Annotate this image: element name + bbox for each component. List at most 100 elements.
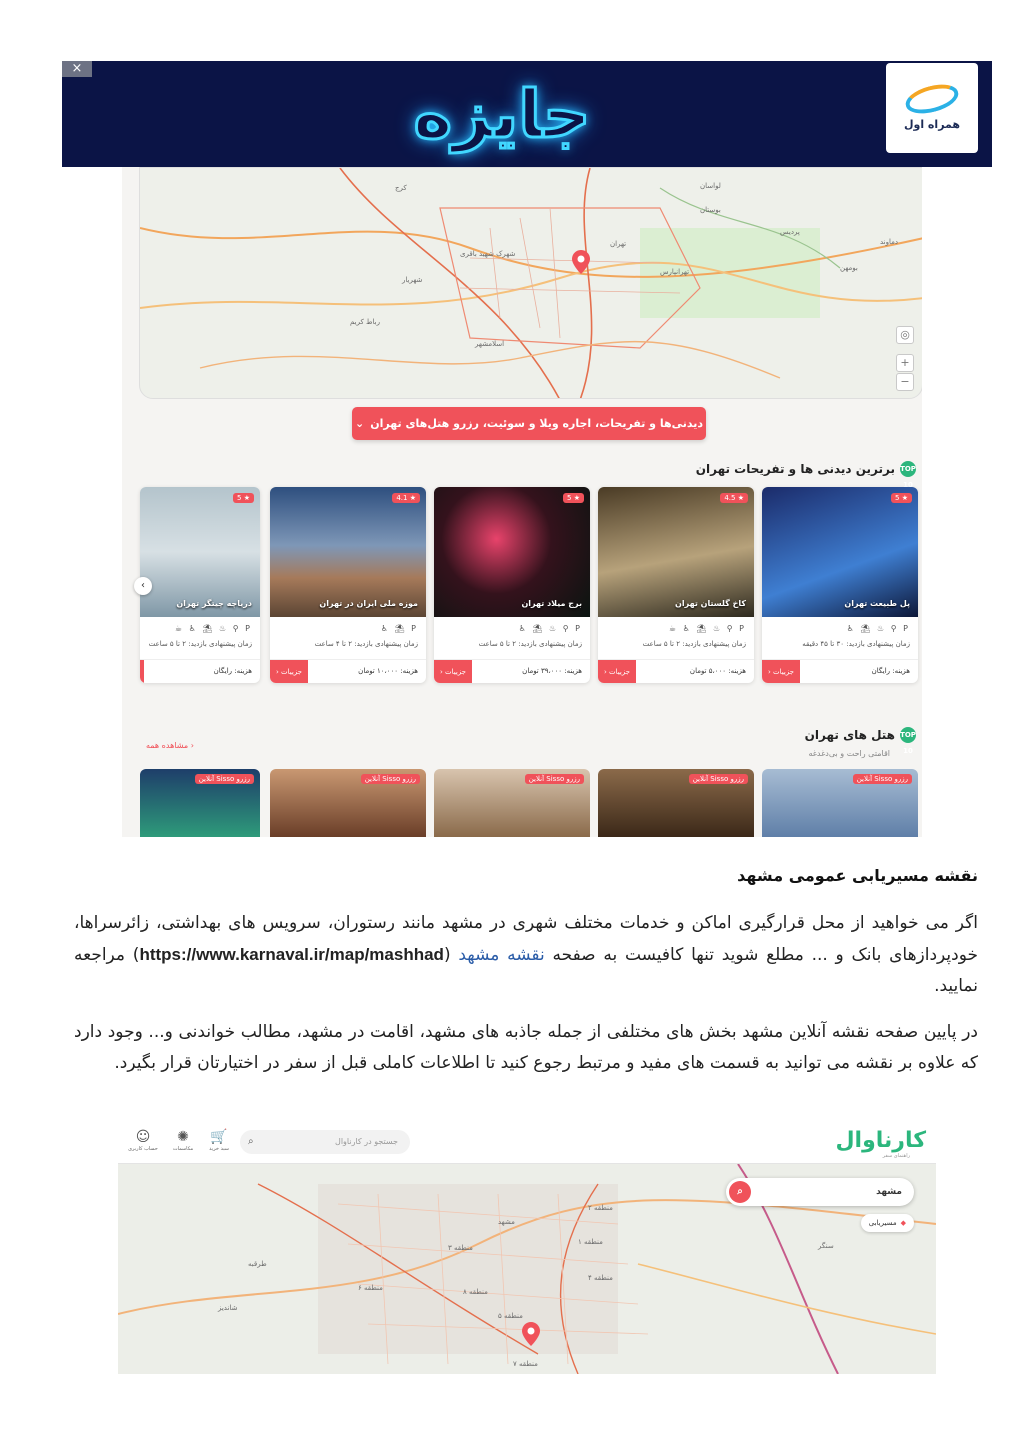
hotel-card[interactable]: رزرو Sisso آنلاین [270, 769, 426, 837]
karnaval-logo-subtitle: راهنمای سفر [882, 1153, 910, 1159]
zoom-in-button[interactable]: + [896, 354, 914, 372]
attraction-card[interactable]: ★ 4.5 کاخ گلستان تهران P ⚲ ♨ ⛱ ♿ ☕ زمان … [598, 487, 754, 683]
tehran-services-button[interactable]: دیدنی‌ها و تفریحات، اجاره ویلا و سوئیت، … [352, 407, 706, 440]
map-label: کرج [395, 184, 407, 192]
attraction-image [598, 487, 754, 617]
facility-icons: P ⚲ ♨ ⛱ ♿ ☕ [174, 624, 252, 633]
details-button[interactable]: جزییات ‹ [762, 660, 801, 683]
online-booking-badge: رزرو Sisso آنلاین [194, 774, 254, 784]
details-button[interactable]: جزییات ‹ [434, 660, 473, 683]
visit-time: زمان پیشنهادی بازدید: ۳۰ تا ۴۵ دقیقه [802, 640, 910, 648]
card-footer: هزینه: رایگان [140, 659, 260, 683]
map-label: اسلامشهر [475, 340, 505, 348]
slider-prev-arrow-icon[interactable]: ‹ [134, 577, 152, 595]
location-pin-icon[interactable] [572, 250, 590, 274]
tehran-page-screenshot: کرج شهریار تهران اسلامشهر رباط کریم لواس… [122, 167, 922, 837]
facility-icons: P ⚲ ♨ ⛱ ♿ ☕ [668, 624, 746, 633]
attraction-image [762, 487, 918, 617]
hotel-card[interactable]: رزرو Sisso آنلاین [762, 769, 918, 837]
attraction-card[interactable]: ★ 5 پل طبیعت تهران P ⚲ ♨ ⛱ ♿ زمان پیشنها… [762, 487, 918, 683]
see-all-hotels-link[interactable]: ‹ مشاهده همه [146, 741, 194, 750]
hotels-title-text: هتل های تهران [804, 728, 895, 742]
map-label: سنگر [818, 1242, 834, 1250]
attraction-name: پل طبیعت تهران [844, 599, 910, 608]
routing-button[interactable]: ◆مسیریابی [860, 1214, 914, 1232]
attraction-image [140, 487, 260, 617]
map-label: منطقه ۸ [463, 1288, 488, 1296]
visit-time: زمان پیشنهادی بازدید: ۲ تا ۵ ساعت [642, 640, 746, 648]
map-label: منطقه ۶ [358, 1284, 383, 1292]
zoom-out-button[interactable]: − [896, 373, 914, 391]
attraction-name: دریاچه چیتگر تهران [176, 599, 252, 608]
badge-icon: ✺ [177, 1129, 189, 1145]
hotels-subtitle: اقامتی راحت و بی‌دغدغه [808, 749, 890, 758]
map-label: منطقه ۲ [588, 1204, 613, 1212]
attractions-title: TOP 10 برترین دیدنی ها و تفریحات تهران [695, 461, 916, 489]
visit-time: زمان پیشنهادی بازدید: ۲ تا ۵ ساعت [478, 640, 582, 648]
mashhad-map-link[interactable]: نقشه مشهد [458, 945, 544, 965]
map-label: طرقبه [248, 1260, 267, 1268]
details-button[interactable]: جزییات ‹ [270, 660, 309, 683]
search-icon: ⌕ [248, 1136, 254, 1147]
messages-label: مکاسمات [172, 1146, 194, 1152]
map-label: دماوند [880, 238, 899, 246]
card-footer: هزینه: رایگان جزییات ‹ [762, 659, 918, 683]
map-label: بوستان [700, 206, 721, 214]
online-booking-badge: رزرو Sisso آنلاین [360, 774, 420, 784]
online-booking-badge: رزرو Sisso آنلاین [688, 774, 748, 784]
hotel-card[interactable]: رزرو Sisso آنلاین [598, 769, 754, 837]
chevron-down-icon: ⌄ [355, 417, 365, 430]
map-label: شهرک شهید باقری [460, 250, 516, 258]
rating-badge: ★ 5 [563, 493, 584, 503]
account-button[interactable]: ☺ حساب کاربری [128, 1128, 158, 1152]
map-search-input[interactable]: مشهد ⌕ [726, 1178, 914, 1206]
attraction-card[interactable]: ★ 5 دریاچه چیتگر تهران P ⚲ ♨ ⛱ ♿ ☕ زمان … [140, 487, 260, 683]
map-label: لواسان [700, 182, 721, 190]
facility-icons: P ⚲ ♨ ⛱ ♿ [518, 624, 582, 633]
tehran-services-label: دیدنی‌ها و تفریحات، اجاره ویلا و سوئیت، … [370, 417, 703, 430]
karnaval-header: کارناوال راهنمای سفر جستجو در کارناوال ⌕… [118, 1122, 936, 1164]
locate-me-icon[interactable]: ◎ [896, 326, 914, 344]
visit-time: زمان پیشنهادی بازدید: ۲ تا ۵ ساعت [148, 640, 252, 648]
details-button[interactable]: جزییات ‹ [598, 660, 637, 683]
tehran-map[interactable]: کرج شهریار تهران اسلامشهر رباط کریم لواس… [139, 167, 922, 399]
online-booking-badge: رزرو Sisso آنلاین [852, 774, 912, 784]
attraction-name: کاخ گلستان تهران [675, 599, 746, 608]
cart-label: سبد خرید [209, 1146, 229, 1152]
map-label: شهریار [402, 276, 423, 284]
location-pin-icon[interactable] [522, 1322, 540, 1346]
attraction-image [434, 487, 590, 617]
top10-icon: TOP 10 [900, 461, 916, 489]
details-button[interactable] [140, 660, 144, 683]
karnaval-logo[interactable]: کارناوال [835, 1128, 926, 1153]
attraction-card[interactable]: ★ 4.1 موزه ملی ایران در تهران P ⛱ ♿ زمان… [270, 487, 426, 683]
tehran-map-roads [140, 168, 922, 398]
karnaval-search-input[interactable]: جستجو در کارناوال ⌕ [240, 1130, 410, 1154]
card-footer: هزینه: ۱۰،۰۰۰ تومان جزییات ‹ [270, 659, 426, 683]
article-paragraph-2: در پایین صفحه نقشه آنلاین مشهد بخش های م… [74, 1022, 978, 1073]
messages-button[interactable]: ✺ مکاسمات [168, 1128, 198, 1152]
attraction-card[interactable]: ★ 5 برج میلاد تهران P ⚲ ♨ ⛱ ♿ زمان پیشنه… [434, 487, 590, 683]
hotel-card[interactable]: رزرو Sisso آنلاین [140, 769, 260, 837]
ad-banner[interactable]: × جایزه همراه اول [62, 61, 992, 167]
map-label: منطقه ۳ [448, 1244, 473, 1252]
mashhad-map-url: https://www.karnaval.ir/map/mashhad [139, 945, 444, 964]
attractions-title-text: برترین دیدنی ها و تفریحات تهران [695, 462, 895, 476]
visit-cost: هزینه: ۱۰،۰۰۰ تومان [358, 667, 418, 675]
user-icon: ☺ [135, 1129, 151, 1145]
article-heading: نقشه مسیریابی عمومی مشهد [737, 866, 978, 885]
hotel-card[interactable]: رزرو Sisso آنلاین [434, 769, 590, 837]
banner-logo: همراه اول [886, 63, 978, 153]
banner-close-button[interactable]: × [62, 61, 92, 77]
logo-ring-icon [902, 78, 962, 119]
search-icon[interactable]: ⌕ [729, 1181, 751, 1203]
visit-cost: هزینه: ۵،۰۰۰ تومان [689, 667, 746, 675]
rating-badge: ★ 4.1 [392, 493, 420, 503]
map-label: منطقه ۱ [578, 1238, 603, 1246]
cart-icon: 🛒 [210, 1129, 228, 1145]
attraction-name: برج میلاد تهران [521, 599, 582, 608]
card-footer: هزینه: ۳۹،۰۰۰ تومان جزییات ‹ [434, 659, 590, 683]
cart-button[interactable]: 🛒 سبد خرید [204, 1128, 234, 1152]
facility-icons: P ⚲ ♨ ⛱ ♿ [846, 624, 910, 633]
visit-cost: هزینه: ۳۹،۰۰۰ تومان [522, 667, 582, 675]
